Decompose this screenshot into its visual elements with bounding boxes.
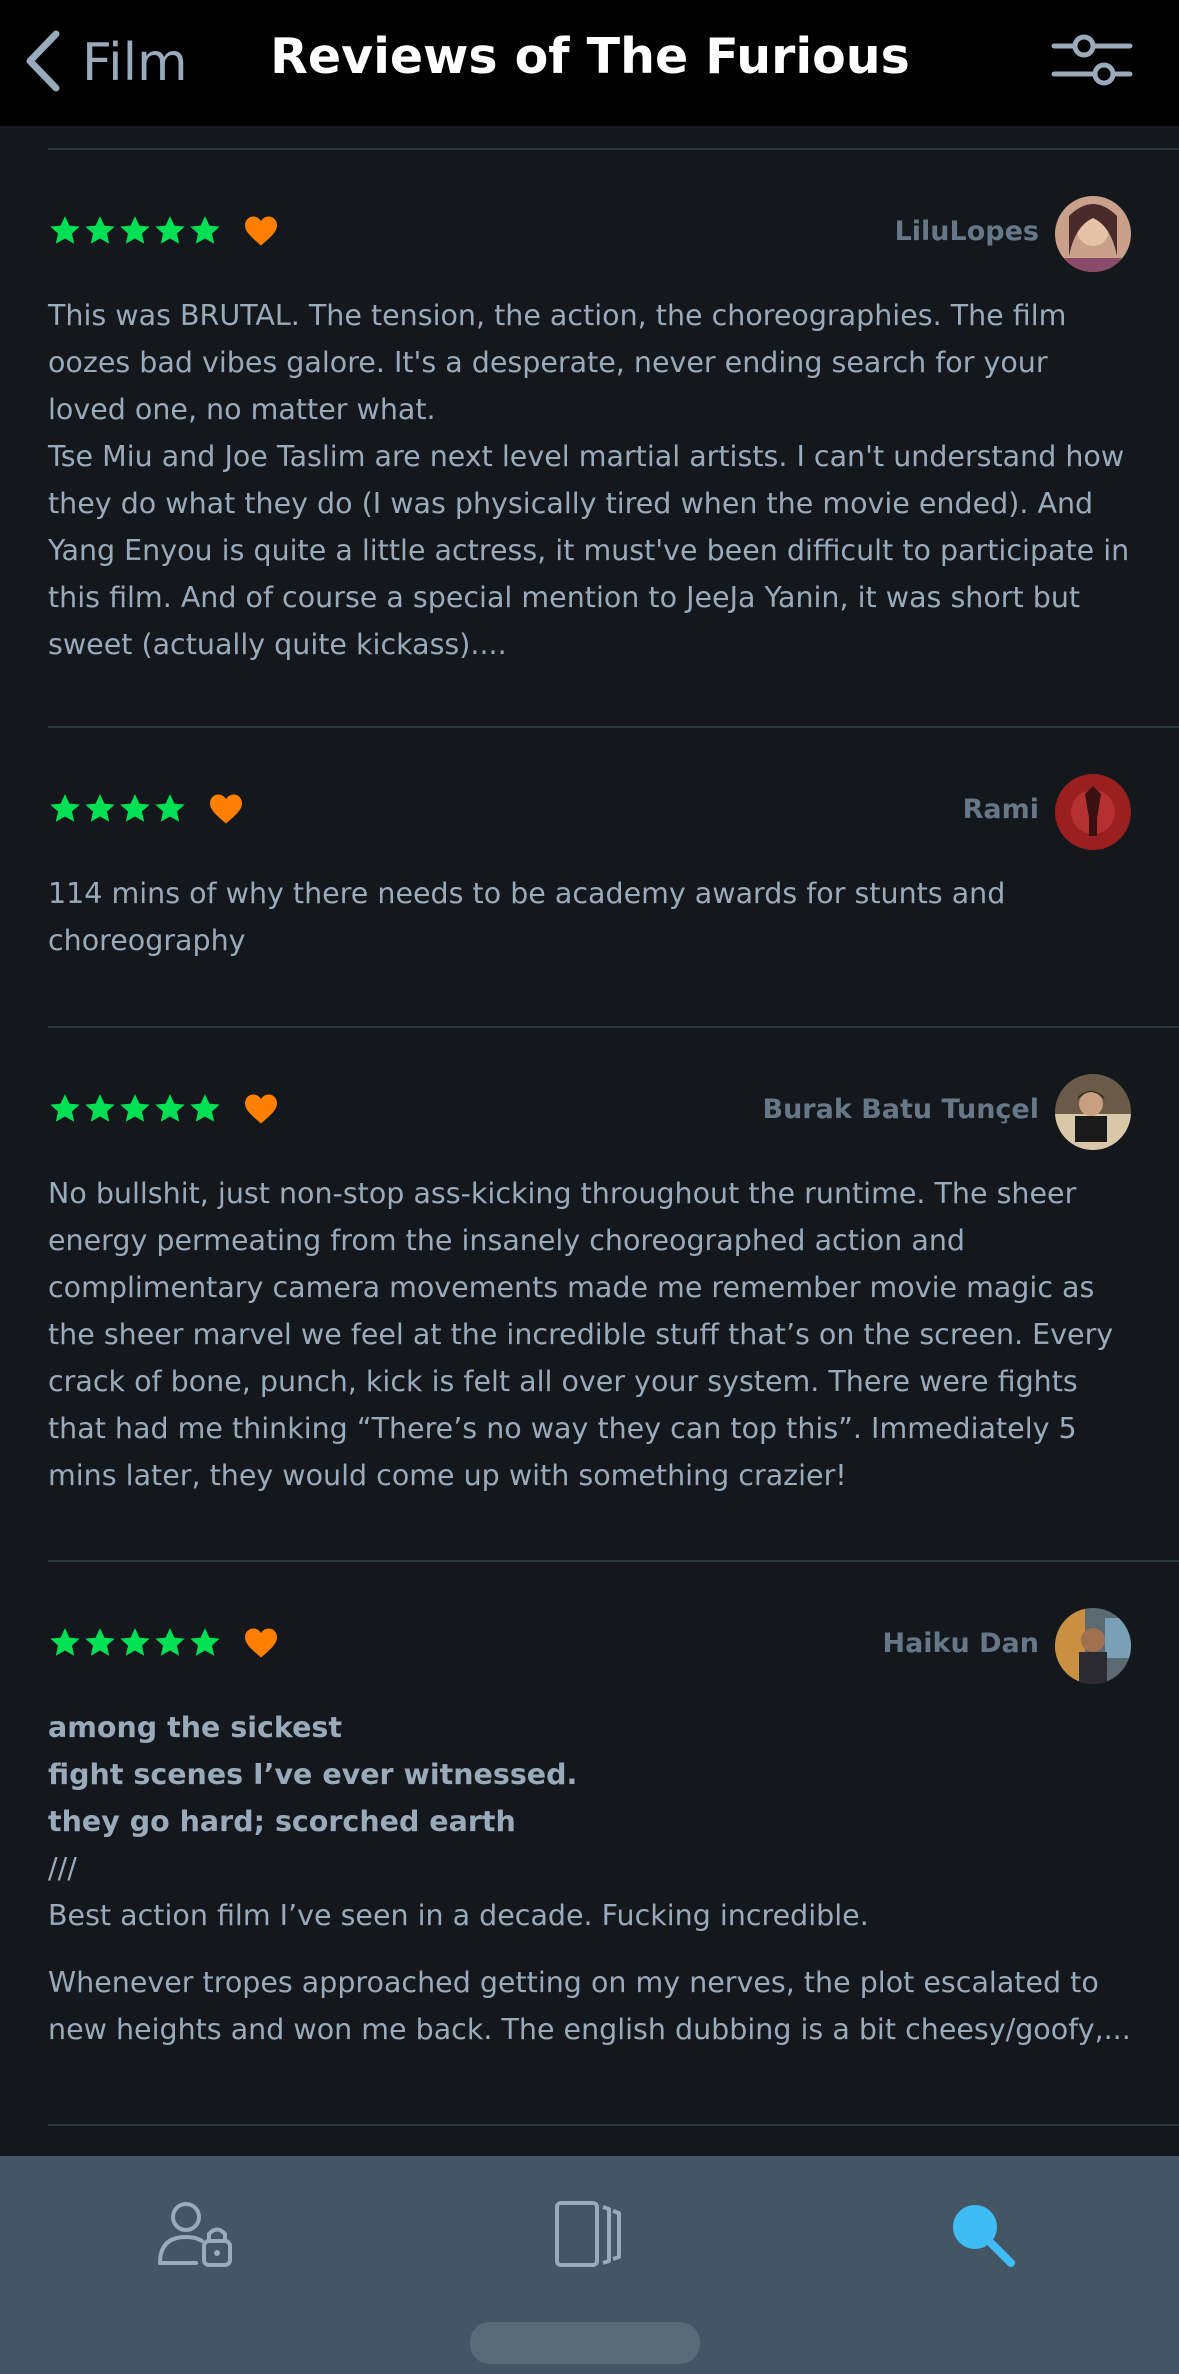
- star-icon: [190, 216, 220, 244]
- tab-search[interactable]: [932, 2186, 1032, 2286]
- heart-icon: [245, 1628, 277, 1658]
- star-icon: [50, 1094, 80, 1122]
- back-button[interactable]: Film: [22, 30, 188, 96]
- divider: [48, 726, 1179, 728]
- review-author[interactable]: Haiku Dan: [882, 1628, 1039, 1659]
- review-paragraph: Whenever tropes approached getting on my…: [48, 1966, 1131, 2046]
- heart-icon: [245, 1094, 277, 1124]
- review-item[interactable]: Haiku Dan among the sickest fight scenes…: [48, 1608, 1131, 2053]
- reviews-screen: Film Reviews of The Furious LiluLopes Th…: [0, 0, 1179, 2374]
- review-item[interactable]: Rami 114 mins of why there needs to be a…: [48, 774, 1131, 964]
- star-rating: [48, 792, 244, 826]
- star-icon: [50, 794, 80, 822]
- star-icon: [120, 216, 150, 244]
- page-title: Reviews of The Furious: [270, 28, 910, 85]
- divider: [48, 148, 1179, 150]
- cards-icon: [553, 2199, 623, 2273]
- tab-profile[interactable]: [146, 2186, 246, 2286]
- profile-lock-icon: [156, 2199, 236, 2273]
- review-separator: ///: [48, 1852, 77, 1885]
- review-text: This was BRUTAL. The tension, the action…: [48, 292, 1131, 668]
- sliders-icon: [1050, 34, 1134, 98]
- home-indicator: [470, 2322, 700, 2364]
- star-icon: [50, 216, 80, 244]
- star-icon: [155, 216, 185, 244]
- star-icon: [85, 216, 115, 244]
- review-paragraph: This was BRUTAL. The tension, the action…: [48, 299, 1067, 426]
- avatar[interactable]: [1055, 196, 1131, 272]
- star-icon: [120, 1094, 150, 1122]
- review-bold-line: among the sickest: [48, 1711, 343, 1744]
- divider: [48, 1026, 1179, 1028]
- review-text: No bullshit, just non-stop ass-kicking t…: [48, 1170, 1131, 1499]
- review-paragraph: Tse Miu and Joe Taslim are next level ma…: [48, 440, 1130, 661]
- review-bold-line: fight scenes I’ve ever witnessed.: [48, 1758, 578, 1791]
- avatar[interactable]: [1055, 774, 1131, 850]
- review-item[interactable]: Burak Batu Tunçel No bullshit, just non-…: [48, 1074, 1131, 1499]
- review-author[interactable]: Rami: [963, 794, 1039, 825]
- review-bold-line: they go hard; scorched earth: [48, 1805, 516, 1838]
- top-bar: Film Reviews of The Furious: [0, 0, 1179, 126]
- star-icon: [120, 1628, 150, 1656]
- star-rating: [48, 1092, 279, 1126]
- star-rating: [48, 214, 279, 248]
- star-icon: [155, 794, 185, 822]
- avatar[interactable]: [1055, 1608, 1131, 1684]
- star-rating: [48, 1626, 279, 1660]
- heart-icon: [245, 216, 277, 246]
- search-icon: [947, 2199, 1017, 2273]
- review-text: among the sickest fight scenes I’ve ever…: [48, 1704, 1131, 2053]
- star-icon: [190, 1094, 220, 1122]
- star-icon: [190, 1628, 220, 1656]
- review-line: Best action film I’ve seen in a decade. …: [48, 1899, 869, 1932]
- star-icon: [85, 794, 115, 822]
- star-icon: [85, 1628, 115, 1656]
- star-icon: [155, 1628, 185, 1656]
- review-item[interactable]: LiluLopes This was BRUTAL. The tension, …: [48, 196, 1131, 668]
- tab-activity[interactable]: [538, 2186, 638, 2286]
- review-paragraph: No bullshit, just non-stop ass-kicking t…: [48, 1177, 1114, 1492]
- filter-button[interactable]: [1050, 30, 1134, 94]
- star-icon: [85, 1094, 115, 1122]
- star-icon: [120, 794, 150, 822]
- divider: [48, 1560, 1179, 1562]
- star-icon: [155, 1094, 185, 1122]
- heart-icon: [210, 794, 242, 824]
- divider: [48, 2124, 1179, 2126]
- review-text: 114 mins of why there needs to be academ…: [48, 870, 1131, 964]
- review-author[interactable]: LiluLopes: [895, 216, 1039, 247]
- review-author[interactable]: Burak Batu Tunçel: [763, 1094, 1040, 1125]
- review-paragraph: 114 mins of why there needs to be academ…: [48, 877, 1006, 957]
- back-label: Film: [82, 33, 188, 93]
- chevron-left-icon: [22, 30, 62, 96]
- avatar[interactable]: [1055, 1074, 1131, 1150]
- star-icon: [50, 1628, 80, 1656]
